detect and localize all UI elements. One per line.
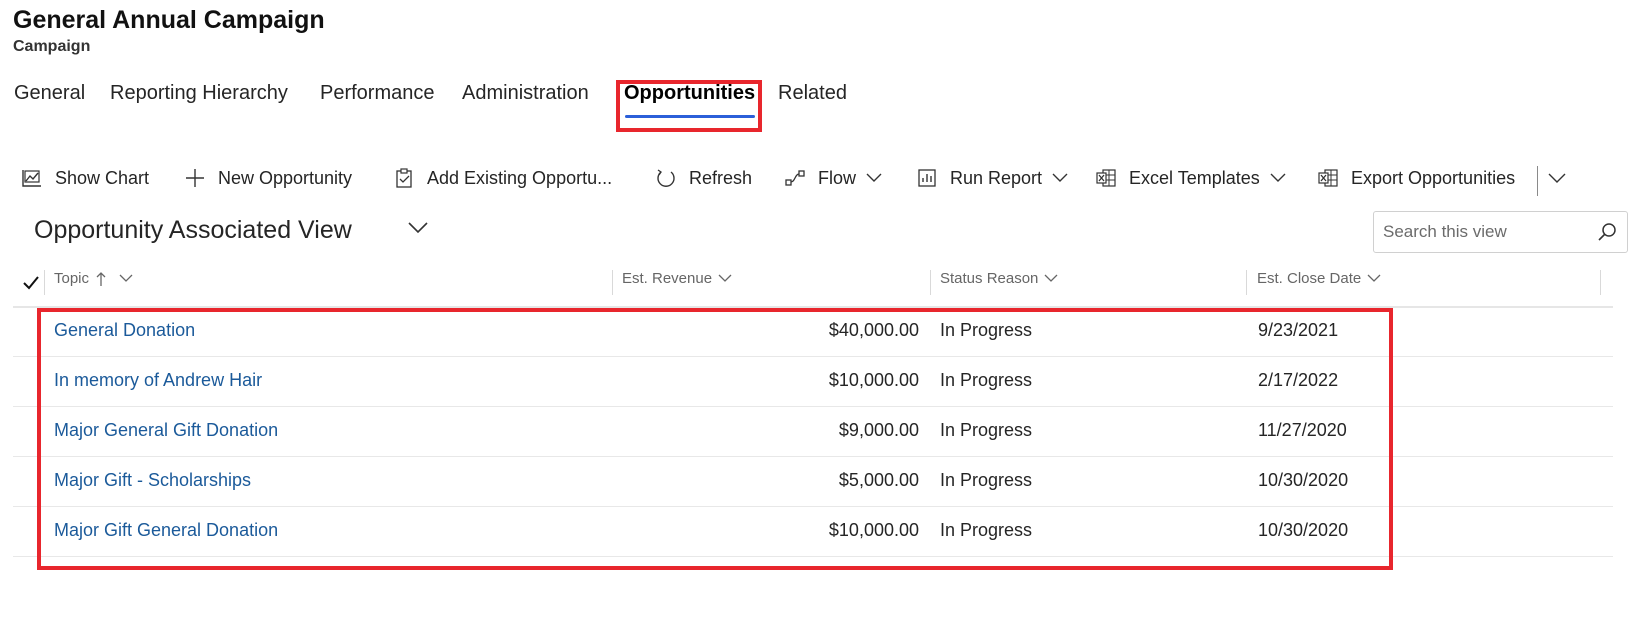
status-reason-cell: In Progress — [940, 420, 1033, 440]
chevron-down-icon — [718, 274, 732, 282]
row-divider — [13, 556, 1613, 557]
status-reason-cell: In Progress — [940, 370, 1033, 390]
active-tab-indicator — [625, 115, 755, 118]
excel-templates-button[interactable]: Excel Templates — [1095, 158, 1286, 198]
est-revenue-cell: $9,000.00 — [838, 420, 919, 440]
report-icon — [918, 169, 936, 187]
est-revenue-cell: $40,000.00 — [828, 320, 919, 340]
status-reason-cell: In Progress — [940, 520, 1033, 540]
refresh-label: Refresh — [689, 167, 753, 188]
chevron-down-icon — [1548, 173, 1566, 183]
chevron-down-icon — [1367, 274, 1381, 282]
est-close-date-cell: 11/27/2020 — [1258, 420, 1347, 440]
plus-icon — [186, 169, 204, 187]
refresh-icon — [657, 169, 675, 187]
est-close-date-cell: 10/30/2020 — [1258, 470, 1349, 490]
flow-button[interactable]: Flow — [784, 158, 882, 198]
chevron-down-icon — [1270, 173, 1286, 182]
est-revenue-cell: $5,000.00 — [838, 470, 919, 490]
chevron-down-icon[interactable] — [408, 222, 428, 234]
new-opportunity-label: New Opportunity — [218, 167, 353, 188]
column-separator — [44, 270, 45, 295]
est-close-date-cell: 2/17/2022 — [1258, 370, 1339, 390]
column-header-status-reason[interactable]: Status Reason — [940, 270, 1058, 287]
show-chart-label: Show Chart — [55, 167, 150, 188]
run-report-label: Run Report — [950, 167, 1043, 188]
record-entity-type: Campaign — [13, 38, 91, 55]
column-header-topic-label: Topic — [54, 270, 90, 287]
select-all-checkmark-icon[interactable] — [22, 275, 40, 291]
topic-link[interactable]: Major Gift - Scholarships — [54, 470, 251, 491]
topic-link[interactable]: In memory of Andrew Hair — [54, 370, 262, 391]
search-input[interactable] — [1383, 221, 1583, 243]
est-revenue-cell: $10,000.00 — [828, 520, 919, 540]
record-title: General Annual Campaign — [13, 6, 325, 34]
tab-general[interactable]: General — [14, 82, 85, 105]
chevron-down-icon — [1052, 173, 1068, 182]
run-report-button[interactable]: Run Report — [916, 158, 1068, 198]
clipboard-icon — [396, 168, 412, 188]
sort-ascending-icon — [96, 271, 106, 286]
export-opportunities-label: Export Opportunities — [1351, 167, 1516, 188]
show-chart-button[interactable]: Show Chart — [21, 158, 149, 198]
est-close-date-cell: 9/23/2021 — [1258, 320, 1339, 340]
topic-link[interactable]: General Donation — [54, 320, 195, 341]
excel-templates-label: Excel Templates — [1129, 167, 1260, 188]
row-divider — [13, 506, 1613, 507]
view-selector-title[interactable]: Opportunity Associated View — [34, 216, 352, 245]
search-box[interactable] — [1373, 211, 1628, 253]
tab-reporting-hierarchy[interactable]: Reporting Hierarchy — [110, 82, 288, 105]
topic-link[interactable]: Major General Gift Donation — [54, 420, 278, 441]
column-separator — [930, 270, 931, 295]
est-close-date-cell: 10/30/2020 — [1258, 520, 1349, 540]
column-header-est-close-date[interactable]: Est. Close Date — [1257, 270, 1381, 287]
row-divider — [13, 456, 1613, 457]
column-separator — [1600, 270, 1601, 295]
column-separator — [1246, 270, 1247, 295]
flow-label: Flow — [818, 167, 857, 188]
new-opportunity-button[interactable]: New Opportunity — [184, 158, 352, 198]
chevron-down-icon — [119, 274, 133, 282]
column-separator — [612, 270, 613, 295]
column-header-est-revenue-label: Est. Revenue — [622, 270, 713, 287]
flow-icon — [785, 170, 805, 186]
grid-header-divider — [13, 306, 1613, 308]
est-revenue-cell: $10,000.00 — [828, 370, 919, 390]
topic-link[interactable]: Major Gift General Donation — [54, 520, 278, 541]
refresh-button[interactable]: Refresh — [655, 158, 752, 198]
row-divider — [13, 406, 1613, 407]
more-commands-button[interactable] — [1548, 158, 1566, 198]
chart-icon — [22, 170, 41, 187]
chevron-down-icon — [1044, 274, 1058, 282]
excel-icon — [1096, 169, 1116, 187]
command-separator — [1537, 166, 1538, 196]
tab-opportunities[interactable]: Opportunities — [624, 82, 755, 105]
excel-export-icon — [1318, 169, 1338, 187]
tab-performance[interactable]: Performance — [320, 82, 435, 105]
chevron-down-icon — [866, 173, 882, 182]
column-header-est-revenue[interactable]: Est. Revenue — [622, 270, 732, 287]
column-header-status-reason-label: Status Reason — [940, 270, 1039, 287]
add-existing-label: Add Existing Opportu... — [427, 167, 613, 188]
tab-administration[interactable]: Administration — [462, 82, 589, 105]
column-header-topic[interactable]: Topic — [54, 270, 133, 287]
export-opportunities-button[interactable]: Export Opportunities — [1317, 158, 1515, 198]
status-reason-cell: In Progress — [940, 470, 1033, 490]
search-icon[interactable] — [1597, 222, 1617, 242]
tab-related[interactable]: Related — [778, 82, 847, 105]
add-existing-opportunity-button[interactable]: Add Existing Opportu... — [393, 158, 612, 198]
status-reason-cell: In Progress — [940, 320, 1033, 340]
row-divider — [13, 356, 1613, 357]
column-header-est-close-date-label: Est. Close Date — [1257, 270, 1362, 287]
